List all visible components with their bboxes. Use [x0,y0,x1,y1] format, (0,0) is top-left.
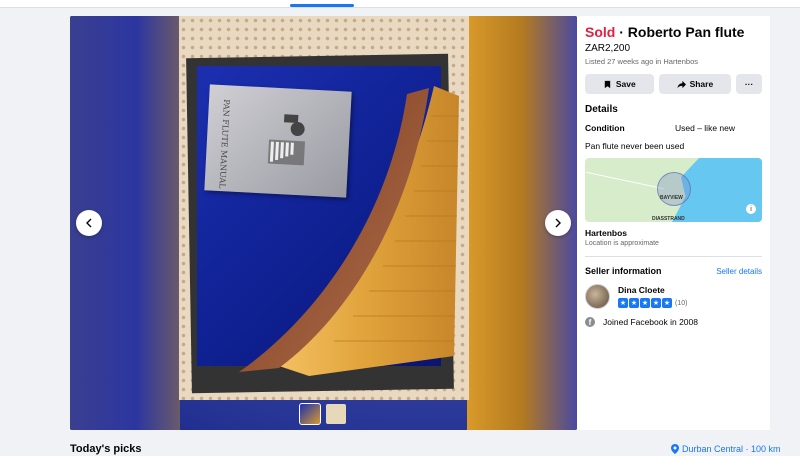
more-options-icon: ··· [744,79,754,89]
sold-status: Sold [585,24,616,40]
listing-photo: PAN FLUTE MANUAL [179,16,469,400]
seller-profile[interactable]: Dina Cloete ★ ★ ★ ★ ★ (10) [585,284,762,309]
star-icon: ★ [618,298,628,308]
chevron-left-icon [86,218,92,228]
previous-photo-button[interactable] [76,210,102,236]
listing-actions: Save Share ··· [585,74,762,94]
listing-price: ZAR2,200 [585,43,631,54]
rating-count: (10) [675,299,688,307]
share-button[interactable]: Share [658,74,732,94]
info-icon[interactable]: i [746,204,756,214]
avatar[interactable] [585,284,610,309]
chevron-right-icon [555,218,561,228]
condition-label: Condition [585,123,625,133]
condition-row: Condition Used – like new [585,123,762,133]
share-icon [677,80,686,88]
star-icon: ★ [629,298,639,308]
map-label-diasstrand: DIASSTRAND [652,216,685,222]
seller-rating: ★ ★ ★ ★ ★ (10) [618,298,687,308]
top-navigation-bar [0,0,800,8]
pan-flute [239,86,459,376]
share-button-label: Share [689,79,714,89]
save-button-label: Save [615,79,636,89]
location-map[interactable]: BAYVIEW DIASSTRAND i [585,158,762,222]
seller-information-heading: Seller information [585,266,662,276]
map-road [585,171,665,190]
more-options-button[interactable]: ··· [736,74,762,94]
location-filter-link[interactable]: Durban Central · 100 km [671,444,781,454]
map-label-bayview: BAYVIEW [660,195,683,201]
seller-name[interactable]: Dina Cloete [618,285,687,295]
photo-viewer: PAN FLUTE MANUAL [70,16,577,430]
location-pin-icon [671,444,679,454]
seller-details-link[interactable]: Seller details [716,267,762,276]
listing-details-panel: Sold · Roberto Pan flute ZAR2,200 Listed… [577,16,770,430]
active-tab-indicator [290,4,354,7]
listed-time-location: Listed 27 weeks ago in Hartenbos [585,57,698,66]
photo-thumbnail[interactable] [326,404,346,424]
condition-value: Used – like new [675,123,736,133]
listing-description: Pan flute never been used [585,141,685,151]
location-filter-label: Durban Central · 100 km [682,444,781,454]
details-heading: Details [585,104,618,115]
bookmark-icon [604,80,611,88]
todays-picks-heading: Today's picks [70,443,142,455]
star-icon: ★ [651,298,661,308]
marketplace-listing-page: PAN FLUTE MANUAL Sold · Roberto Pan flut… [0,0,800,456]
star-icon: ★ [640,298,650,308]
joined-facebook-text: Joined Facebook in 2008 [603,317,698,327]
location-name: Hartenbos [585,228,628,238]
title-separator: · [615,24,628,40]
star-icon: ★ [662,298,672,308]
section-divider [585,256,762,257]
seller-section-header: Seller information Seller details [585,266,762,276]
listing-title: Sold · Roberto Pan flute [585,23,762,41]
listing-title-text: Roberto Pan flute [627,24,745,40]
photo-thumbnail[interactable] [299,403,321,425]
joined-facebook-row: f Joined Facebook in 2008 [585,317,762,327]
photo-thumbnail-strip [299,403,346,425]
facebook-icon: f [585,317,595,327]
location-approximate-note: Location is approximate [585,240,659,247]
next-photo-button[interactable] [545,210,571,236]
save-button[interactable]: Save [585,74,654,94]
